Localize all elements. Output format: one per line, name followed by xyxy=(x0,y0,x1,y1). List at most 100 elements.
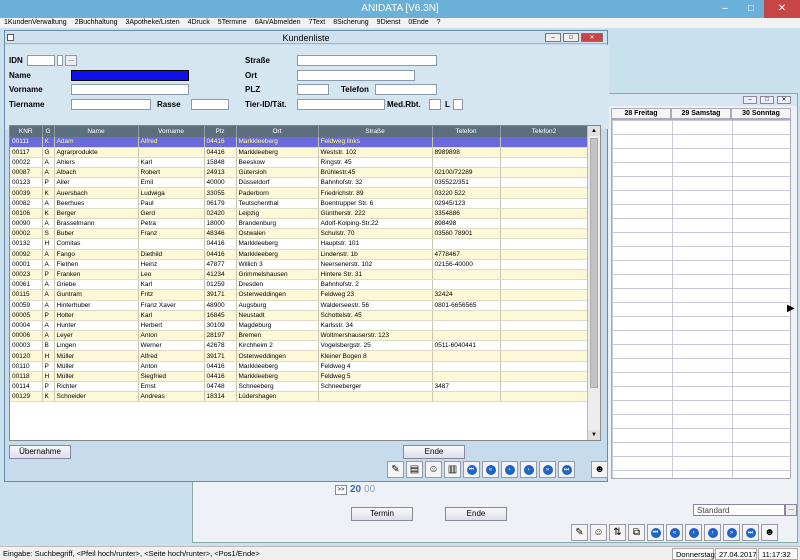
calendar-grid[interactable] xyxy=(611,119,791,479)
column-header[interactable]: G xyxy=(42,126,55,137)
edit-pen-icon[interactable]: ✎ xyxy=(571,524,588,541)
name-input[interactable] xyxy=(71,70,189,81)
fast-forward-icon[interactable]: » xyxy=(539,461,556,478)
table-row[interactable]: 00111 K Adam Alfred 04416 Markkleeberg Feldweg… xyxy=(10,137,589,148)
prev-record-icon[interactable]: ‹ xyxy=(685,524,702,541)
table-row[interactable]: 00023 P Franken Leo 41234 Grimmelshausen Hinte… xyxy=(10,269,589,281)
rasse-input[interactable] xyxy=(191,99,229,110)
plz-input[interactable] xyxy=(297,84,329,95)
card-icon[interactable]: ▤ xyxy=(406,461,423,478)
users-icon[interactable]: ☻ xyxy=(761,524,778,541)
calendar-ende-button[interactable]: Ende xyxy=(445,507,507,521)
column-header[interactable]: Telefon2 xyxy=(500,126,589,137)
users-icon[interactable]: ☻ xyxy=(591,461,608,478)
idn-input[interactable] xyxy=(27,55,55,66)
menu-item[interactable]: 6An/Abmelden xyxy=(251,18,305,28)
copy-icon[interactable]: ⧉ xyxy=(628,524,645,541)
menu-item[interactable]: 5Termine xyxy=(214,18,251,28)
menu-item[interactable]: 4Druck xyxy=(184,18,214,28)
table-row[interactable]: 00087 A Albach Robert 24913 Gütersloh Brühlest… xyxy=(10,167,589,179)
ort-input[interactable] xyxy=(297,70,415,81)
table-row[interactable]: 00106 K Berger Gerd 02420 Leipzig Güntherstr. … xyxy=(10,208,589,220)
dialog-maximize-button[interactable]: □ xyxy=(563,33,579,42)
menu-item[interactable]: 7Text xyxy=(305,18,330,28)
scroll-up-icon[interactable]: ▲ xyxy=(588,126,600,136)
scroll-down-icon[interactable]: ▼ xyxy=(588,430,600,440)
scroll-thumb[interactable] xyxy=(590,138,598,388)
column-header[interactable]: Name xyxy=(54,126,139,137)
document-icon[interactable]: ▥ xyxy=(444,461,461,478)
column-header[interactable]: KNR xyxy=(10,126,43,137)
menu-item[interactable]: 9Dienst xyxy=(373,18,405,28)
table-row[interactable]: 00115 A Guntram Fritz 39171 Osterweddingen Fel… xyxy=(10,289,589,301)
column-header[interactable]: Ort xyxy=(236,126,319,137)
table-row[interactable]: 00090 A Brasselmann Petra 18000 Brandenburg Ad… xyxy=(10,218,589,230)
calendar-minimize-button[interactable]: – xyxy=(743,96,757,104)
table-row[interactable]: 00005 P Holter Karl 16845 Neustadt Schottelstr… xyxy=(10,310,589,321)
table-row[interactable]: 00059 A Hinterhuber Franz Xaver 48900 Augsbur… xyxy=(10,300,589,311)
person-icon[interactable]: ☺ xyxy=(590,524,607,541)
idn-input-extra[interactable] xyxy=(57,55,63,66)
table-row[interactable]: 00003 B Lingen Werner 42678 Kirchheim 2 Vogels… xyxy=(10,340,589,352)
last-record-icon[interactable]: ⏭ xyxy=(558,461,575,478)
next-record-icon[interactable]: › xyxy=(520,461,537,478)
table-row[interactable]: 00082 A Beerhues Paul 06179 Teutschenthal Boen… xyxy=(10,198,589,209)
first-record-icon[interactable]: ⏮ xyxy=(463,461,480,478)
table-row[interactable]: 00114 P Richter Ernst 04748 Schneeberg Schneeb… xyxy=(10,381,589,393)
close-button[interactable]: ✕ xyxy=(764,0,800,18)
termin-button[interactable]: Termin xyxy=(351,507,413,521)
menu-item[interactable]: ? xyxy=(433,18,445,28)
table-row[interactable]: 00092 A Fango Diethild 04416 Markkleeberg Lind… xyxy=(10,249,589,260)
table-row[interactable]: 00123 P Aller Emil 40000 Düsseldorf Bahnhofstr… xyxy=(10,177,589,189)
dialog-minimize-button[interactable]: – xyxy=(545,33,561,42)
l-input[interactable] xyxy=(453,99,463,110)
last-record-icon[interactable]: ⏭ xyxy=(742,524,759,541)
table-row[interactable]: 00039 K Auersbach Ludwiga 33055 Paderborn Frie… xyxy=(10,187,589,199)
table-scrollbar[interactable]: ▲ ▼ xyxy=(587,126,600,440)
menu-item[interactable]: 0Ende xyxy=(404,18,432,28)
table-row[interactable]: 00132 H Comitas 04416 Markkleeberg Hauptstr. … xyxy=(10,238,589,250)
maximize-button[interactable]: □ xyxy=(738,0,764,18)
prev-record-icon[interactable]: ‹ xyxy=(501,461,518,478)
next-record-icon[interactable]: › xyxy=(704,524,721,541)
table-row[interactable]: 00061 A Griebe Karl 01259 Dresden Bahnhofstr. … xyxy=(10,279,589,291)
column-header[interactable]: Vorname xyxy=(138,126,205,137)
tiername-input[interactable] xyxy=(71,99,151,110)
menu-item[interactable]: 8Sicherung xyxy=(329,18,372,28)
menu-item[interactable]: 1KundenVerwaltung xyxy=(0,18,71,28)
standard-select[interactable]: Standard xyxy=(693,504,785,516)
minimize-button[interactable]: – xyxy=(712,0,738,18)
table-row[interactable]: 00110 P Müller Anton 04416 Markkleeberg Feldwe… xyxy=(10,361,589,372)
table-row[interactable]: 00004 A Hunter Herbert 30109 Magdeburg Karlsst… xyxy=(10,320,589,332)
table-row[interactable]: 00117 G Agrarprodukte 04416 Markkleeberg West… xyxy=(10,147,589,158)
uebernahme-button[interactable]: Übernahme xyxy=(9,445,71,459)
strasse-input[interactable] xyxy=(297,55,437,66)
fast-forward-icon[interactable]: » xyxy=(723,524,740,541)
dialog-close-button[interactable]: ✕ xyxy=(581,33,603,42)
table-row[interactable]: 00002 S Buber Franz 48346 Ostwalen Schulstr. 7… xyxy=(10,228,589,240)
first-record-icon[interactable]: ⏮ xyxy=(647,524,664,541)
med-rbt-input[interactable] xyxy=(429,99,441,110)
table-row[interactable]: 00022 A Ahlers Karl 15848 Beeskow Ringstr. 45 xyxy=(10,157,589,169)
telefon-input[interactable] xyxy=(375,84,437,95)
standard-browse-button[interactable]: ... xyxy=(785,504,797,516)
tier-id-input[interactable] xyxy=(297,99,385,110)
table-row[interactable]: 00118 H Müller Siegfried 04416 Markkleeberg Fe… xyxy=(10,371,589,383)
person-icon[interactable]: ☺ xyxy=(425,461,442,478)
rewind-icon[interactable]: « xyxy=(666,524,683,541)
vorname-input[interactable] xyxy=(71,84,189,95)
table-row[interactable]: 00001 A Fiethen Heinz 47877 Willich 3 Neersene… xyxy=(10,259,589,270)
idn-browse-button[interactable]: ... xyxy=(65,55,77,66)
column-header[interactable]: Plz xyxy=(204,126,237,137)
sort-icon[interactable]: ⇅ xyxy=(609,524,626,541)
nav-prev-button[interactable]: >> xyxy=(335,484,347,495)
column-header[interactable]: Telefon xyxy=(432,126,501,137)
table-row[interactable]: 00006 A Leyer Anton 28197 Bremen Woltmershause… xyxy=(10,330,589,342)
table-row[interactable]: 00120 H Müller Alfred 39171 Osterweddingen Kle… xyxy=(10,350,589,362)
dialog-ende-button[interactable]: Ende xyxy=(403,445,465,459)
calendar-close-button[interactable]: ✕ xyxy=(777,96,791,104)
play-icon[interactable]: ▶ xyxy=(787,303,795,314)
edit-pen-icon[interactable]: ✎ xyxy=(387,461,404,478)
calendar-maximize-button[interactable]: □ xyxy=(760,96,774,104)
menu-item[interactable]: 3Apotheke/Listen xyxy=(122,18,184,28)
